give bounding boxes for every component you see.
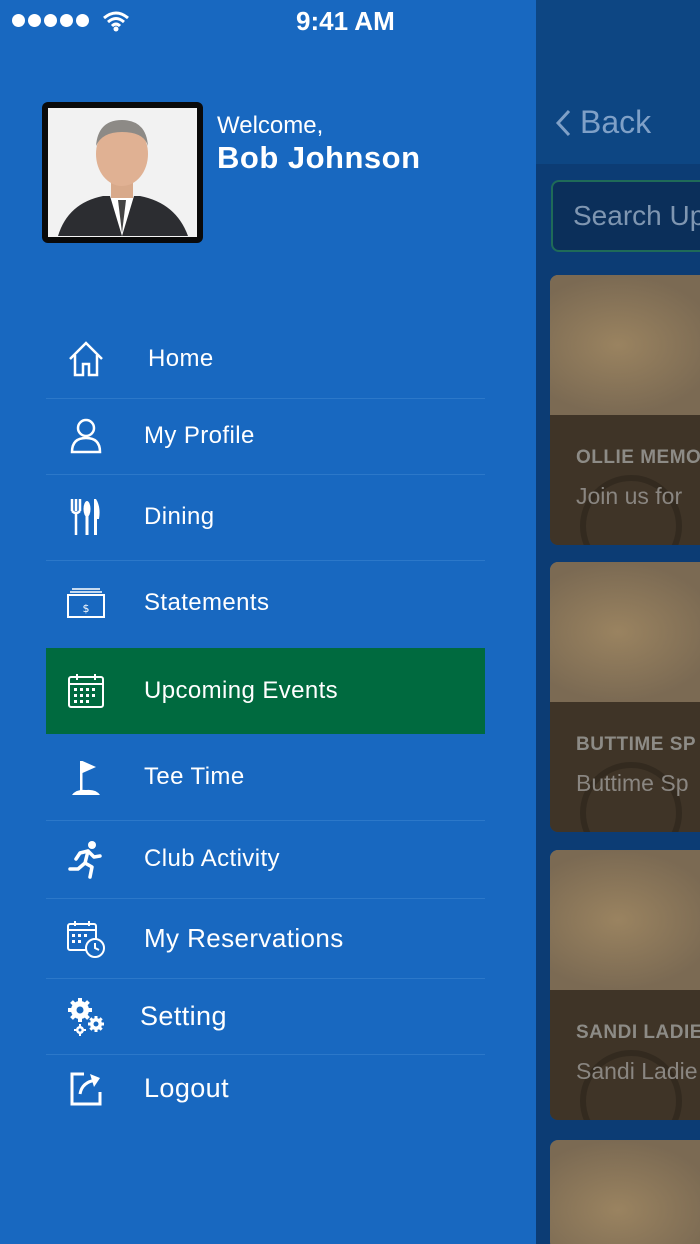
menu-item-label: Logout [144,1072,229,1103]
menu-item-label: Club Activity [144,845,280,872]
menu-item-label: Tee Time [144,763,245,790]
back-button[interactable]: Back [554,104,651,141]
avatar[interactable] [42,102,203,243]
event-card-text: Sandi Ladie [576,1058,698,1084]
menu-item-my-profile[interactable]: My Profile [46,398,485,474]
menu-item-my-reservations[interactable]: My Reservations [46,898,485,978]
background-header: Back [536,0,700,164]
status-bar: 9:41 AM [0,0,536,44]
side-drawer: 9:41 AM Welcome, Bob Johnson Home My Pro… [0,0,536,1244]
svg-text:$: $ [83,602,90,615]
back-label: Back [580,104,652,140]
menu-item-setting[interactable]: Setting [46,978,485,1054]
event-card-text: Join us for [576,483,683,509]
calendar-clock-icon [66,918,106,958]
cutlery-icon [66,497,106,537]
menu-item-upcoming-events[interactable]: Upcoming Events [46,648,485,734]
home-icon [66,339,106,379]
wifi-icon [103,11,129,32]
menu-item-club-activity[interactable]: Club Activity [46,820,485,898]
menu-item-dining[interactable]: Dining [46,474,485,560]
background-screen: Back Search Up OLLIE MEMO Join us for BU… [536,0,700,1244]
statement-icon: $ [66,583,106,623]
event-card-title: BUTTIME SP [576,734,697,755]
menu-item-home[interactable]: Home [46,320,485,398]
event-card-title: OLLIE MEMO [576,447,700,468]
welcome-text: Welcome, [217,112,324,139]
avatar-photo [48,108,195,236]
chevron-left-icon [555,109,571,136]
user-name: Bob Johnson [217,140,421,175]
menu-item-label: Home [148,345,214,372]
menu-item-label: Statements [144,589,270,616]
event-card-text: Buttime Sp [576,770,689,796]
menu-item-label: My Reservations [144,922,344,953]
logout-icon [66,1068,106,1108]
event-card[interactable]: BUTTIME SP Buttime Sp [550,562,700,832]
golf-flag-icon [66,757,106,797]
menu-item-statements[interactable]: $ Statements [46,560,485,646]
signal-dots-icon [12,14,89,27]
menu-item-logout[interactable]: Logout [46,1054,485,1122]
calendar-icon [66,671,106,711]
event-card[interactable]: OLLIE MEMO Join us for [550,275,700,545]
menu-item-label: Setting [140,1000,227,1031]
event-card-title: SANDI LADIE [576,1022,700,1043]
status-time: 9:41 AM [296,6,395,36]
search-input[interactable]: Search Up [551,180,700,252]
user-icon [66,416,106,456]
event-card[interactable] [550,1140,700,1244]
running-icon [66,839,106,879]
menu-item-tee-time[interactable]: Tee Time [46,734,485,820]
menu-item-label: My Profile [144,422,255,449]
event-card[interactable]: SANDI LADIE Sandi Ladie [550,850,700,1120]
menu-item-label: Upcoming Events [144,677,339,704]
gears-icon [66,996,106,1036]
menu-item-label: Dining [144,503,215,530]
